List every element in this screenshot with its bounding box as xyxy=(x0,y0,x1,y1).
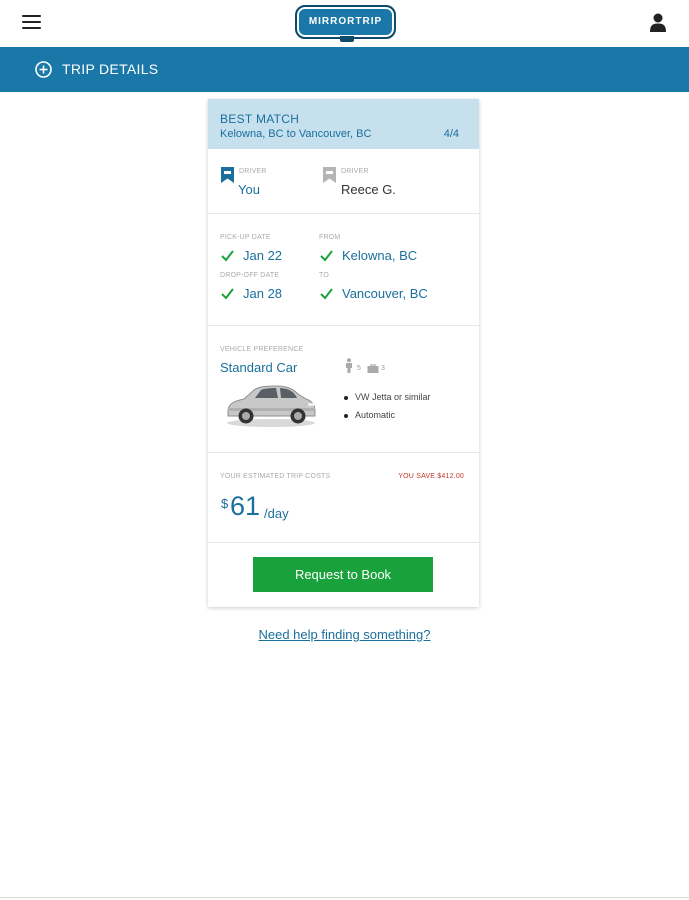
savings-text: YOU SAVE $412.00 xyxy=(398,473,464,480)
dropoff-date-caption: DROP-OFF DATE xyxy=(220,272,280,279)
drivers-section: DRIVER You DRIVER Reece G. xyxy=(208,149,479,214)
vehicle-preference-caption: VEHICLE PREFERENCE xyxy=(220,346,304,353)
passenger-seat-icon xyxy=(346,358,352,373)
plus-circle-icon xyxy=(35,61,52,78)
driver-flag-icon xyxy=(221,167,234,183)
driver-caption: DRIVER xyxy=(341,168,369,175)
bottom-divider xyxy=(0,897,689,898)
top-app-bar: MIRRORTRIP xyxy=(0,0,689,47)
logo-tab xyxy=(340,36,354,42)
driver-you-name: You xyxy=(238,182,260,197)
trip-details-bar[interactable]: TRIP DETAILS xyxy=(0,47,689,92)
trip-match-card: BEST MATCH Kelowna, BC to Vancouver, BC … xyxy=(208,99,479,607)
check-icon xyxy=(320,288,333,300)
vehicle-feature-item: VW Jetta or similar xyxy=(344,392,431,402)
car-image xyxy=(227,385,316,427)
user-account-icon[interactable] xyxy=(650,13,666,32)
trip-details-label: TRIP DETAILS xyxy=(62,61,159,77)
luggage-icon xyxy=(367,364,379,373)
check-icon xyxy=(221,288,234,300)
logo-text: MIRRORTRIP xyxy=(308,16,383,27)
price-unit: /day xyxy=(264,506,289,521)
dropoff-date: Jan 28 xyxy=(243,286,283,301)
seat-count: 5 xyxy=(357,365,361,372)
route-text: Kelowna, BC to Vancouver, BC xyxy=(220,128,372,140)
help-link[interactable]: Need help finding something? xyxy=(0,627,689,642)
pickup-date-caption: PICK-UP DATE xyxy=(220,234,271,241)
mirrortrip-logo[interactable]: MIRRORTRIP xyxy=(295,5,396,42)
card-header: BEST MATCH Kelowna, BC to Vancouver, BC … xyxy=(208,99,479,149)
driver-flag-icon xyxy=(323,167,336,183)
vehicle-class: Standard Car xyxy=(220,360,298,375)
driver-caption: DRIVER xyxy=(239,168,267,175)
best-match-label: BEST MATCH xyxy=(220,112,300,126)
request-to-book-button[interactable]: Request to Book xyxy=(253,557,433,592)
match-count: 4/4 xyxy=(443,128,459,140)
daily-price: 61 xyxy=(230,491,261,521)
currency-symbol: $ xyxy=(221,496,229,511)
cost-section: YOUR ESTIMATED TRIP COSTS YOU SAVE $412.… xyxy=(208,453,479,543)
dates-section: PICK-UP DATE Jan 22 FROM Kelowna, BC DRO… xyxy=(208,214,479,326)
driver-other-name[interactable]: Reece G. xyxy=(341,182,396,197)
check-icon xyxy=(320,250,333,262)
vehicle-section: VEHICLE PREFERENCE Standard Car 5 3 VW J… xyxy=(208,326,479,453)
to-location: Vancouver, BC xyxy=(342,286,428,301)
from-location: Kelowna, BC xyxy=(342,248,418,263)
check-icon xyxy=(221,250,234,262)
vehicle-feature-item: Automatic xyxy=(344,410,395,420)
estimated-cost-caption: YOUR ESTIMATED TRIP COSTS xyxy=(220,473,331,480)
to-caption: TO xyxy=(319,272,329,279)
pickup-date: Jan 22 xyxy=(243,248,283,263)
bag-count: 3 xyxy=(381,365,385,372)
from-caption: FROM xyxy=(319,234,341,241)
hamburger-menu-icon[interactable] xyxy=(22,15,41,29)
